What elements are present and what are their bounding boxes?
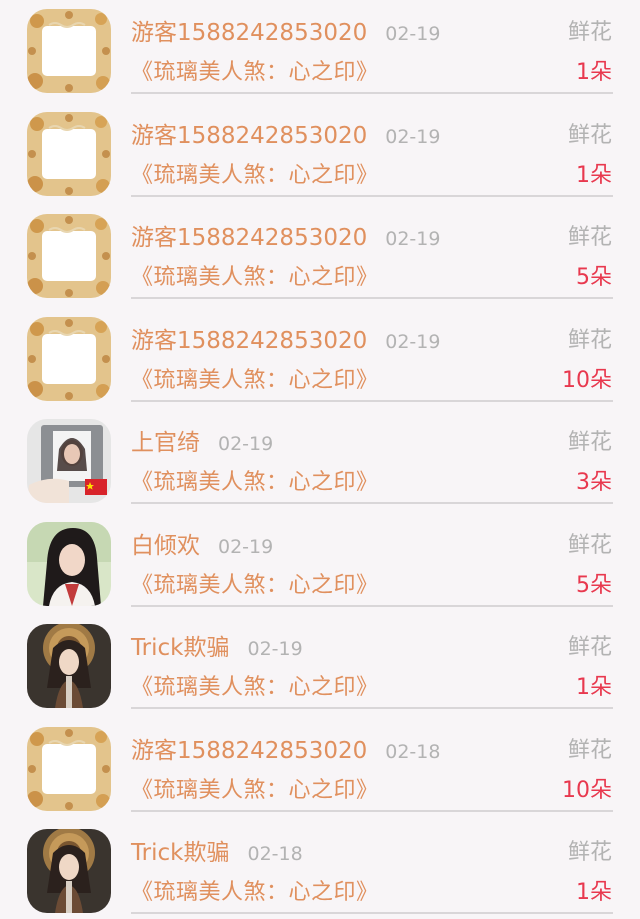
row-divider	[131, 92, 613, 94]
user-name-line: Trick欺骗 02-18	[131, 839, 303, 868]
user-name-line: 游客1588242853020 02-19	[131, 327, 440, 356]
book-title[interactable]: 《琉璃美人煞：心之印》	[131, 673, 379, 703]
row-divider	[131, 912, 613, 914]
gift-type: 鲜花	[567, 840, 612, 865]
gift-record-row[interactable]: 游客1588242853020 02-19 《琉璃美人煞：心之印》 鲜花 10朵	[0, 308, 640, 411]
row-divider	[131, 194, 613, 197]
user-name[interactable]: 白倾欢	[131, 533, 200, 559]
book-title[interactable]: 《琉璃美人煞：心之印》	[131, 468, 379, 498]
gift-type: 鲜花	[567, 122, 612, 148]
photo-avatar-icon[interactable]	[27, 419, 111, 503]
user-name[interactable]: 上官绮	[131, 430, 200, 456]
user-name-line: 游客1588242853020 02-18	[131, 737, 440, 766]
frame-avatar-icon[interactable]	[27, 316, 111, 401]
gift-record-row[interactable]: 游客1588242853020 02-18 《琉璃美人煞：心之印》 鲜花 10朵	[0, 718, 640, 821]
book-title[interactable]: 《琉璃美人煞：心之印》	[131, 878, 379, 908]
book-title[interactable]: 《琉璃美人煞：心之印》	[131, 263, 379, 293]
gift-date: 02-19	[218, 535, 274, 558]
gift-date: 02-19	[385, 330, 441, 353]
gift-record-list: 游客1588242853020 02-19 《琉璃美人煞：心之印》 鲜花 1朵 游…	[0, 0, 640, 919]
gift-count: 3朵	[576, 470, 612, 495]
gift-type: 鲜花	[567, 737, 612, 763]
row-divider	[131, 297, 613, 299]
gift-count: 1朵	[576, 675, 612, 700]
book-title[interactable]: 《琉璃美人煞：心之印》	[131, 58, 379, 88]
gift-record-row[interactable]: 白倾欢 02-19 《琉璃美人煞：心之印》 鲜花 5朵	[0, 513, 640, 616]
gift-record-row[interactable]: Trick欺骗 02-19 《琉璃美人煞：心之印》 鲜花 1朵	[0, 615, 640, 718]
gift-count: 1朵	[576, 60, 612, 85]
user-name[interactable]: Trick欺骗	[131, 840, 229, 866]
user-name-line: 上官绮 02-19	[131, 429, 273, 458]
book-title[interactable]: 《琉璃美人煞：心之印》	[131, 161, 379, 191]
gift-type: 鲜花	[567, 20, 612, 45]
row-divider	[131, 399, 613, 402]
user-name-line: 白倾欢 02-19	[131, 532, 273, 561]
user-name[interactable]: Trick欺骗	[131, 635, 229, 661]
gift-date: 02-19	[385, 125, 441, 148]
user-name[interactable]: 游客1588242853020	[131, 738, 367, 764]
user-name[interactable]: 游客1588242853020	[131, 20, 367, 46]
frame-avatar-icon[interactable]	[27, 214, 111, 298]
gift-count: 1朵	[576, 880, 612, 905]
gift-count: 10朵	[562, 777, 612, 803]
row-divider	[131, 502, 613, 504]
gift-date: 02-19	[218, 433, 274, 455]
gift-record-row[interactable]: 上官绮 02-19 《琉璃美人煞：心之印》 鲜花 3朵	[0, 410, 640, 513]
frame-avatar-icon[interactable]	[27, 9, 111, 93]
book-title[interactable]: 《琉璃美人煞：心之印》	[131, 366, 379, 396]
gift-type: 鲜花	[567, 225, 612, 250]
dark-avatar-icon[interactable]	[27, 624, 111, 708]
gift-count: 5朵	[576, 265, 612, 290]
gift-record-row[interactable]: 游客1588242853020 02-19 《琉璃美人煞：心之印》 鲜花 1朵	[0, 0, 640, 103]
gift-record-row[interactable]: Trick欺骗 02-18 《琉璃美人煞：心之印》 鲜花 1朵	[0, 820, 640, 919]
book-title[interactable]: 《琉璃美人煞：心之印》	[131, 776, 379, 806]
gift-date: 02-18	[385, 740, 441, 763]
gift-date: 02-19	[247, 638, 303, 660]
gift-record-row[interactable]: 游客1588242853020 02-19 《琉璃美人煞：心之印》 鲜花 5朵	[0, 205, 640, 308]
gift-count: 10朵	[562, 367, 612, 393]
user-name-line: Trick欺骗 02-19	[131, 634, 303, 663]
gift-type: 鲜花	[567, 327, 612, 353]
gift-record-row[interactable]: 游客1588242853020 02-19 《琉璃美人煞：心之印》 鲜花 1朵	[0, 103, 640, 206]
row-divider	[131, 809, 613, 812]
user-name[interactable]: 游客1588242853020	[131, 123, 367, 149]
gift-date: 02-19	[385, 23, 441, 45]
user-name-line: 游客1588242853020 02-19	[131, 122, 440, 151]
row-divider	[131, 604, 613, 607]
user-name-line: 游客1588242853020 02-19	[131, 19, 440, 48]
user-name-line: 游客1588242853020 02-19	[131, 224, 440, 253]
dark-avatar-icon[interactable]	[27, 829, 111, 913]
gift-type: 鲜花	[567, 532, 612, 558]
book-title[interactable]: 《琉璃美人煞：心之印》	[131, 571, 379, 601]
gift-type: 鲜花	[567, 635, 612, 660]
frame-avatar-icon[interactable]	[27, 111, 111, 196]
user-name[interactable]: 游客1588242853020	[131, 328, 367, 354]
user-name[interactable]: 游客1588242853020	[131, 225, 367, 251]
gift-type: 鲜花	[567, 430, 612, 455]
woman-avatar-icon[interactable]	[27, 521, 111, 606]
row-divider	[131, 707, 613, 709]
gift-date: 02-18	[247, 843, 303, 865]
gift-count: 1朵	[576, 162, 612, 188]
gift-date: 02-19	[385, 228, 441, 250]
gift-count: 5朵	[576, 572, 612, 598]
frame-avatar-icon[interactable]	[27, 726, 111, 811]
